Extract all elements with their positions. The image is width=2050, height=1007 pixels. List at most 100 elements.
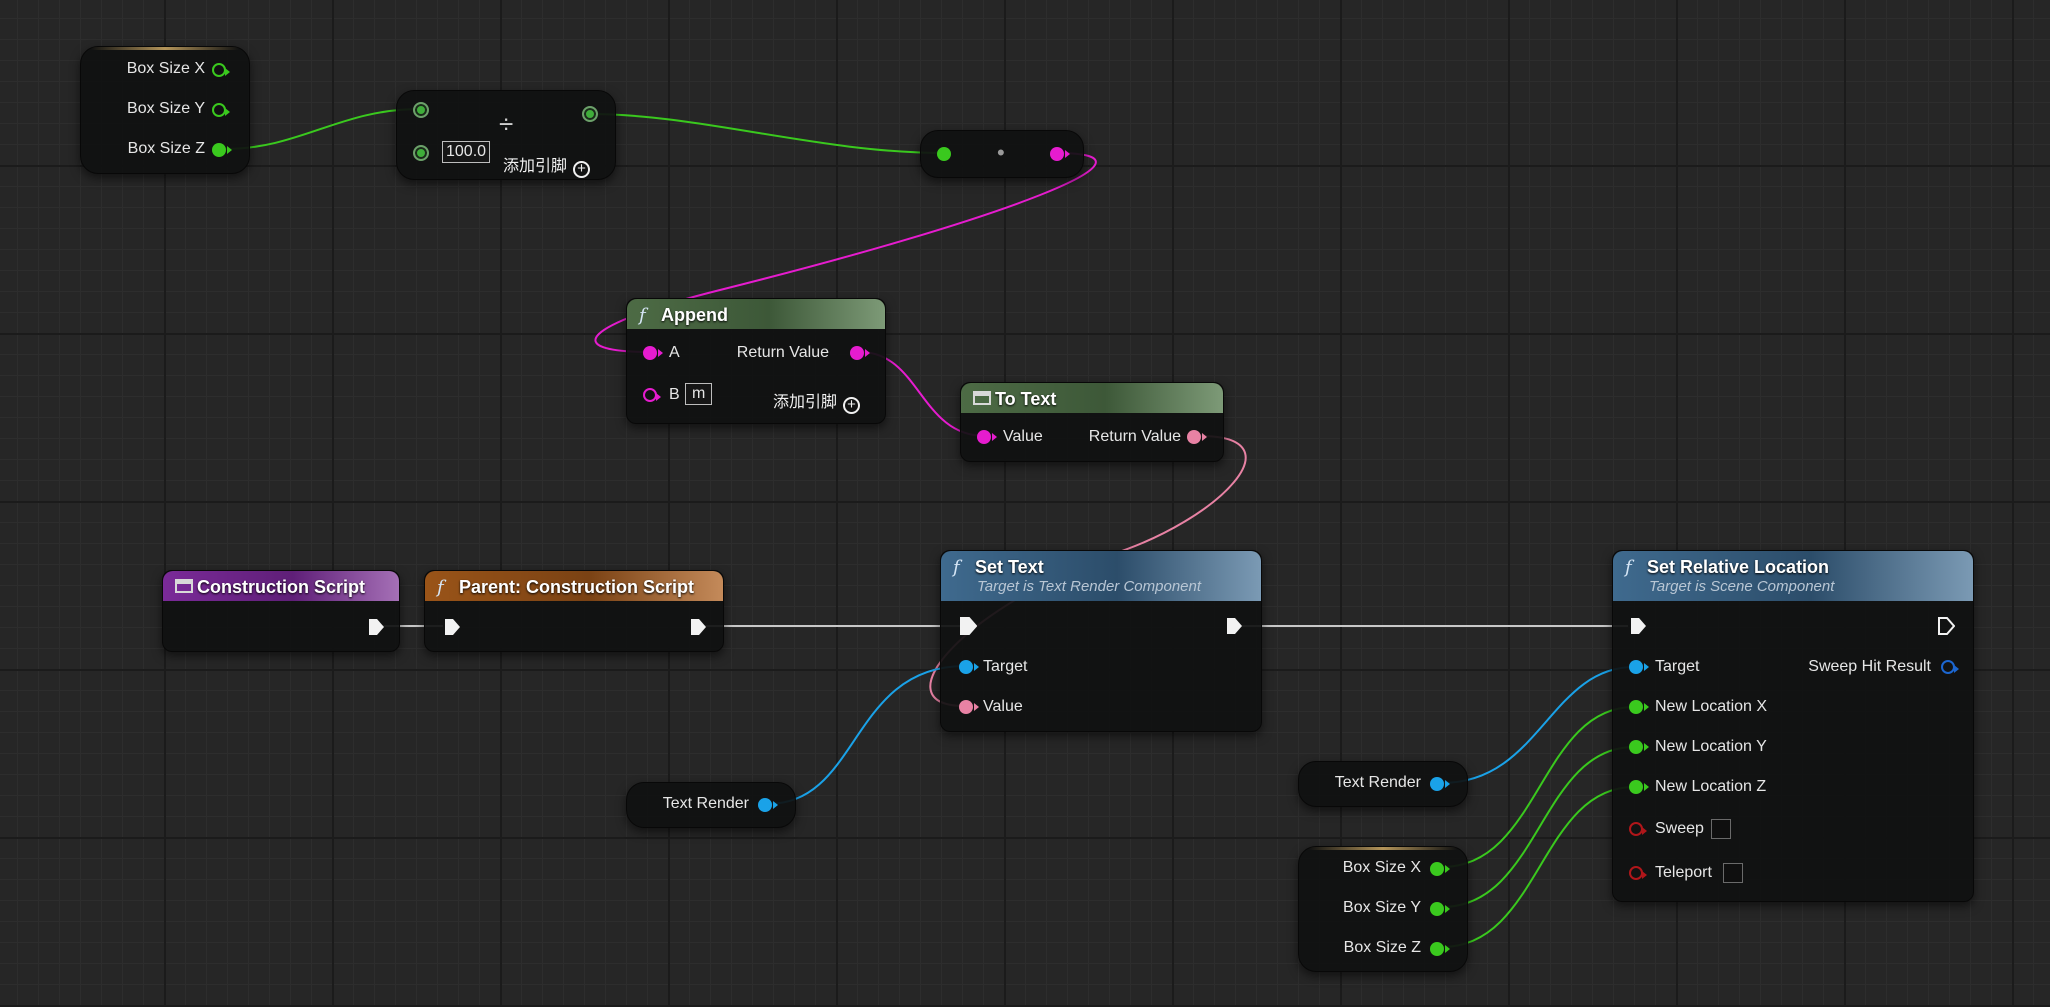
text-render-output-pin[interactable] bbox=[1430, 777, 1450, 791]
new-location-x-label: New Location X bbox=[1655, 698, 1768, 715]
wire-boxz-to-divide[interactable] bbox=[224, 108, 421, 150]
to-text-value-pin[interactable] bbox=[977, 430, 997, 444]
append-node[interactable]: f Append A B m Return Value 添加引脚 + bbox=[626, 298, 886, 424]
sweep-pin[interactable] bbox=[1629, 822, 1647, 836]
divide-add-pin-button[interactable]: 添加引脚 + bbox=[503, 152, 591, 178]
set-text-value-pin[interactable] bbox=[959, 700, 979, 714]
divide-symbol: ÷ bbox=[499, 109, 514, 139]
parent-construction-script-title: Parent: Construction Script bbox=[459, 577, 695, 597]
teleport-label: Teleport bbox=[1655, 864, 1712, 881]
set-text-subtitle: Target is Text Render Component bbox=[977, 578, 1202, 595]
teleport-pin[interactable] bbox=[1629, 866, 1647, 880]
add-pin-plus-icon: + bbox=[573, 161, 591, 178]
set-relative-location-header: f Set Relative Location Target is Scene … bbox=[1613, 551, 1973, 601]
exec-input-pin[interactable] bbox=[959, 617, 977, 635]
append-b-pin[interactable] bbox=[643, 388, 661, 402]
construction-script-title: Construction Script bbox=[197, 577, 366, 597]
box-size-z-label: Box Size Z bbox=[127, 140, 205, 157]
box-size-z-pin[interactable] bbox=[212, 143, 232, 157]
box-size-y-label: Box Size Y bbox=[1343, 899, 1421, 916]
set-text-target-pin[interactable] bbox=[959, 660, 979, 674]
construction-script-node[interactable]: Construction Script bbox=[162, 570, 400, 652]
wire-textrender-to-settext[interactable] bbox=[767, 665, 966, 805]
new-location-x-pin[interactable] bbox=[1629, 700, 1649, 714]
box-size-y-label: Box Size Y bbox=[127, 100, 205, 117]
text-render-output-pin[interactable] bbox=[758, 798, 778, 812]
new-location-z-label: New Location Z bbox=[1655, 778, 1767, 795]
sweep-hit-result-label: Sweep Hit Result bbox=[1808, 658, 1931, 675]
to-text-title: To Text bbox=[995, 389, 1057, 409]
function-icon: f bbox=[437, 577, 444, 598]
exec-output-pin[interactable] bbox=[689, 618, 707, 636]
set-text-target-label: Target bbox=[983, 658, 1028, 675]
conversion-dot-icon: • bbox=[997, 140, 1005, 165]
sweep-checkbox[interactable] bbox=[1711, 819, 1731, 839]
append-b-label: B bbox=[669, 386, 680, 403]
text-render-label: Text Render bbox=[662, 795, 749, 812]
text-render-node-left[interactable]: Text Render bbox=[626, 782, 796, 828]
wire-boxz-to-locz[interactable] bbox=[1441, 786, 1635, 948]
add-pin-label: 添加引脚 bbox=[503, 158, 568, 175]
to-string-conversion-node[interactable]: • bbox=[920, 130, 1084, 178]
set-text-node[interactable]: f Set Text Target is Text Render Compone… bbox=[940, 550, 1262, 732]
append-header: f Append bbox=[627, 299, 885, 329]
divide-output-pin[interactable] bbox=[582, 106, 598, 122]
to-text-header: To Text bbox=[961, 383, 1223, 413]
append-return-pin[interactable] bbox=[850, 346, 870, 360]
box-size-y-pin[interactable] bbox=[212, 103, 230, 117]
append-b-value-field[interactable]: m bbox=[685, 383, 713, 405]
box-size-y-pin[interactable] bbox=[1430, 902, 1450, 916]
new-location-y-label: New Location Y bbox=[1655, 738, 1767, 755]
append-a-pin[interactable] bbox=[643, 346, 663, 360]
set-relative-location-title: Set Relative Location bbox=[1647, 557, 1830, 577]
set-location-target-pin[interactable] bbox=[1629, 660, 1649, 674]
set-relative-location-subtitle: Target is Scene Component bbox=[1649, 578, 1835, 595]
function-icon: f bbox=[953, 557, 960, 578]
box-size-x-pin[interactable] bbox=[212, 63, 230, 77]
variable-get-strip bbox=[1309, 847, 1457, 850]
text-render-node-right[interactable]: Text Render bbox=[1298, 761, 1468, 807]
set-text-header: f Set Text Target is Text Render Compone… bbox=[941, 551, 1261, 601]
exec-output-pin[interactable] bbox=[367, 618, 385, 636]
conversion-box-icon bbox=[973, 391, 991, 405]
wire-textrender-to-setloc[interactable] bbox=[1441, 666, 1635, 784]
to-text-return-pin[interactable] bbox=[1187, 430, 1207, 444]
get-box-size-node-bottom[interactable]: Box Size X Box Size Y Box Size Z bbox=[1298, 846, 1468, 972]
to-text-value-label: Value bbox=[1003, 428, 1043, 445]
sweep-hit-result-pin[interactable] bbox=[1941, 660, 1959, 674]
teleport-checkbox[interactable] bbox=[1723, 863, 1743, 883]
new-location-y-pin[interactable] bbox=[1629, 740, 1649, 754]
conversion-input-pin[interactable] bbox=[937, 147, 951, 161]
event-box-icon bbox=[175, 579, 193, 593]
wire-divide-to-tostring[interactable] bbox=[589, 113, 945, 154]
new-location-z-pin[interactable] bbox=[1629, 780, 1649, 794]
add-pin-plus-icon: + bbox=[843, 397, 861, 414]
to-text-node[interactable]: To Text Value Return Value bbox=[960, 382, 1224, 462]
get-box-size-node-top[interactable]: Box Size X Box Size Y Box Size Z bbox=[80, 46, 250, 174]
set-text-value-label: Value bbox=[983, 698, 1023, 715]
box-size-z-label: Box Size Z bbox=[1343, 939, 1421, 956]
divide-input-b-pin[interactable] bbox=[413, 145, 429, 161]
box-size-z-pin[interactable] bbox=[1430, 942, 1450, 956]
box-size-x-label: Box Size X bbox=[1342, 859, 1421, 876]
append-return-label: Return Value bbox=[736, 344, 829, 361]
function-icon: f bbox=[1625, 557, 1632, 578]
divide-node[interactable]: ÷ 100.0 添加引脚 + bbox=[396, 90, 616, 180]
add-pin-label: 添加引脚 bbox=[773, 394, 838, 411]
conversion-output-pin[interactable] bbox=[1050, 147, 1070, 161]
set-location-target-label: Target bbox=[1655, 658, 1700, 675]
parent-construction-script-node[interactable]: f Parent: Construction Script bbox=[424, 570, 724, 652]
set-relative-location-node[interactable]: f Set Relative Location Target is Scene … bbox=[1612, 550, 1974, 902]
variable-get-strip bbox=[91, 47, 239, 50]
box-size-x-pin[interactable] bbox=[1430, 862, 1450, 876]
sweep-label: Sweep bbox=[1655, 820, 1704, 837]
wire-boxy-to-locy[interactable] bbox=[1441, 746, 1635, 908]
exec-input-pin[interactable] bbox=[1629, 617, 1647, 635]
divide-input-a-pin[interactable] bbox=[413, 102, 429, 118]
exec-output-pin[interactable] bbox=[1937, 617, 1955, 635]
exec-output-pin[interactable] bbox=[1225, 617, 1243, 635]
divide-default-value-field[interactable]: 100.0 bbox=[442, 141, 491, 163]
exec-input-pin[interactable] bbox=[443, 618, 461, 636]
parent-construction-script-header: f Parent: Construction Script bbox=[425, 571, 723, 601]
append-add-pin-button[interactable]: 添加引脚 + bbox=[773, 388, 861, 414]
